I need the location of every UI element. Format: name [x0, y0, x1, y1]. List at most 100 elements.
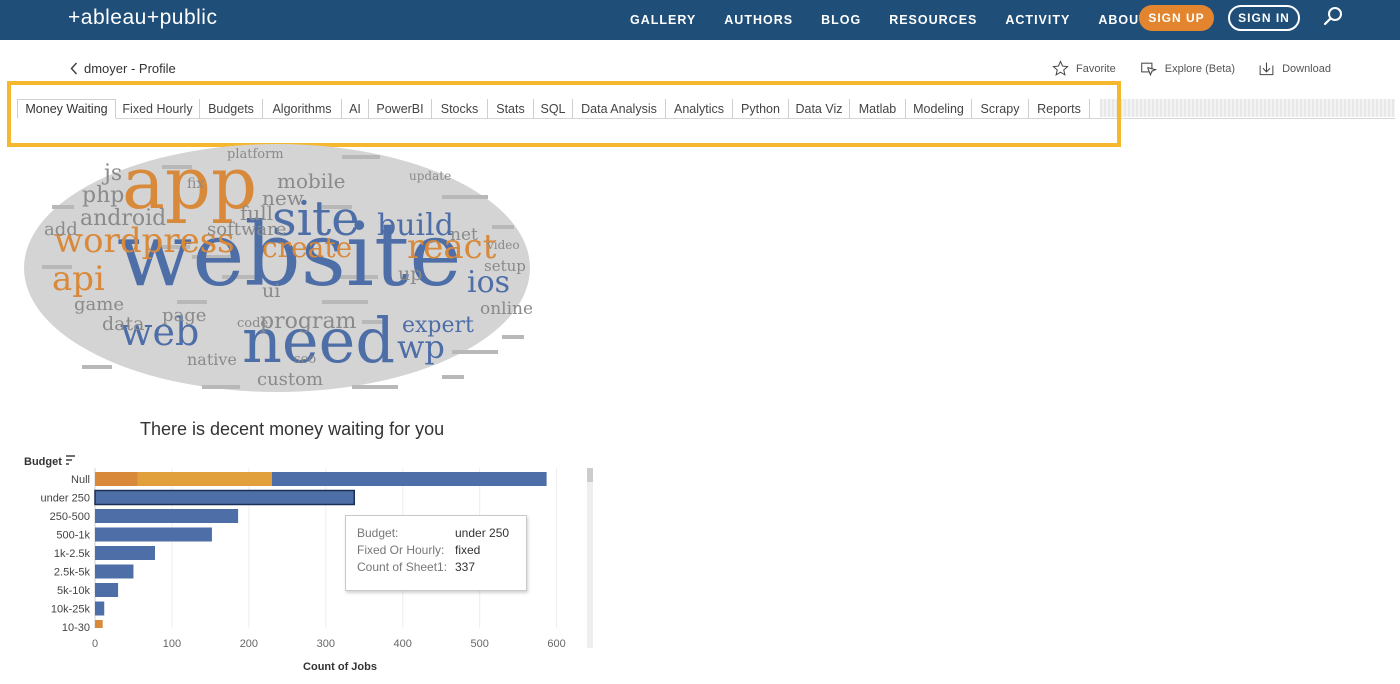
word-cloud-word[interactable]: video [486, 238, 520, 252]
x-axis-title: Count of Jobs [303, 661, 377, 673]
x-tick-label: 400 [394, 638, 412, 650]
x-tick-label: 0 [92, 638, 98, 650]
tooltip-key-budget: Budget: [357, 526, 399, 540]
tooltip-value-count: 337 [455, 560, 476, 574]
word-cloud-word[interactable]: ui [262, 280, 280, 302]
tooltip-value-fixed-hourly: fixed [455, 543, 481, 557]
sign-up-button[interactable]: SIGN UP [1139, 5, 1214, 31]
word-cloud-word[interactable]: up [398, 263, 422, 285]
x-tick-label: 500 [470, 638, 488, 650]
word-cloud-filler [202, 385, 240, 389]
bar-fixed[interactable] [95, 601, 105, 616]
nav-link-resources[interactable]: RESOURCES [889, 13, 977, 27]
word-cloud-word[interactable]: android [80, 206, 166, 231]
tooltip-key-fixed-hourly: Fixed Or Hourly: [357, 543, 445, 557]
bar-fixed[interactable] [95, 583, 119, 597]
tabs-highlight-box [7, 81, 1121, 147]
tableau-public-logo[interactable]: +ableau+public [68, 6, 217, 30]
download-icon [1259, 62, 1274, 75]
bar-hourly-highlight[interactable] [137, 472, 272, 486]
chart-scrollbar-thumb[interactable] [587, 468, 593, 482]
category-labels: Null under 250 250-500 500-1k 1k-2.5k 2.5k-5k… [40, 474, 90, 634]
word-cloud-word[interactable]: fix [187, 176, 204, 192]
category-label: Null [71, 474, 90, 486]
word-cloud-word[interactable]: code [237, 316, 268, 331]
word-cloud-word[interactable]: update [409, 169, 451, 183]
bar-fixed[interactable] [95, 509, 239, 523]
chart-tooltip: Budget: under 250 Fixed Or Hourly: fixed C… [345, 515, 527, 591]
budget-axis-title: Budget [24, 456, 62, 468]
bar-fixed[interactable] [271, 472, 547, 486]
x-tick-label: 100 [163, 638, 181, 650]
word-cloud-filler [52, 205, 74, 209]
search-icon[interactable] [1322, 4, 1346, 28]
tooltip-key-count: Count of Sheet1: [357, 560, 448, 574]
word-cloud-filler [442, 195, 488, 199]
explore-beta-button[interactable]: Explore (Beta) [1140, 60, 1235, 77]
chevron-left-icon [70, 62, 78, 75]
category-label: 1k-2.5k [54, 548, 91, 560]
word-cloud-word[interactable]: php [82, 183, 124, 208]
word-cloud-filler [352, 385, 398, 389]
x-tick-label: 600 [547, 638, 565, 650]
word-cloud-word[interactable]: add [44, 219, 78, 240]
word-cloud-word[interactable]: custom [257, 369, 323, 390]
word-cloud-word[interactable]: build [377, 208, 454, 243]
viz-toolbar: Favorite Explore (Beta) Download [1052, 60, 1353, 77]
word-cloud-word[interactable]: expert [402, 313, 474, 338]
chart-title: There is decent money waiting for you [140, 419, 445, 439]
word-cloud-word[interactable]: software [207, 219, 286, 240]
nav-links: GALLERY AUTHORS BLOG RESOURCES ACTIVITY … [630, 0, 1176, 40]
word-cloud-word[interactable]: data [102, 313, 144, 335]
word-cloud-word[interactable]: new [262, 186, 304, 210]
category-label: 5k-10k [57, 585, 91, 597]
bar-fixed[interactable] [95, 546, 156, 560]
bar-fixed[interactable] [95, 564, 134, 579]
word-cloud-word[interactable]: net [450, 225, 478, 245]
word-cloud-word[interactable]: api [52, 259, 105, 299]
word-cloud-word[interactable]: online [480, 299, 532, 319]
back-to-profile-link[interactable]: dmoyer - Profile [70, 61, 176, 76]
download-button[interactable]: Download [1258, 60, 1331, 77]
sort-icon[interactable] [66, 455, 75, 465]
word-cloud-word[interactable]: setup [484, 257, 526, 275]
category-label: 10k-25k [51, 604, 91, 616]
x-tick-label: 300 [317, 638, 335, 650]
category-label: under 250 [40, 493, 90, 505]
word-cloud-filler [342, 155, 380, 159]
chart-scrollbar[interactable] [587, 468, 593, 648]
category-label: 250-500 [50, 511, 90, 523]
word-cloud-word[interactable]: game [74, 294, 124, 315]
nav-link-blog[interactable]: BLOG [821, 13, 861, 27]
word-cloud-filler [442, 375, 464, 379]
word-cloud-filler [82, 365, 112, 369]
word-cloud-word[interactable]: native [187, 350, 237, 369]
word-cloud-word[interactable]: platform [227, 147, 284, 162]
back-link-label: dmoyer - Profile [84, 61, 176, 76]
download-label: Download [1282, 62, 1331, 75]
word-cloud-filler [502, 335, 524, 339]
category-label: 500-1k [56, 530, 90, 542]
nav-link-authors[interactable]: AUTHORS [724, 13, 793, 27]
category-label: 2.5k-5k [54, 567, 91, 579]
top-nav-bar: +ableau+public GALLERY AUTHORS BLOG RESO… [0, 0, 1400, 40]
star-icon [1052, 60, 1069, 76]
nav-link-activity[interactable]: ACTIVITY [1005, 13, 1070, 27]
word-cloud: websiteappneedsitewordpress reactbuildcre… [24, 141, 532, 392]
bar-fixed[interactable] [94, 489, 356, 506]
word-cloud-word[interactable]: seo [294, 352, 316, 367]
bar-fixed[interactable] [95, 527, 212, 542]
explore-icon [1140, 62, 1157, 76]
category-label: 10-30 [62, 622, 90, 634]
nav-link-gallery[interactable]: GALLERY [630, 13, 696, 27]
word-cloud-filler [452, 350, 498, 354]
sign-in-button[interactable]: SIGN IN [1228, 5, 1300, 31]
tooltip-value-budget: under 250 [455, 526, 510, 540]
word-cloud-word[interactable]: program [260, 309, 357, 334]
explore-label: Explore (Beta) [1164, 62, 1236, 75]
word-cloud-word[interactable]: js [101, 161, 122, 186]
favorite-button[interactable]: Favorite [1052, 60, 1116, 77]
x-axis-ticks: 0 100 200 300 400 500 600 [92, 638, 566, 650]
bar-chart[interactable]: Budget Null under 250 250-500 500-1k 1k-2.5k… [0, 450, 620, 680]
word-cloud-word[interactable]: page [162, 305, 206, 326]
